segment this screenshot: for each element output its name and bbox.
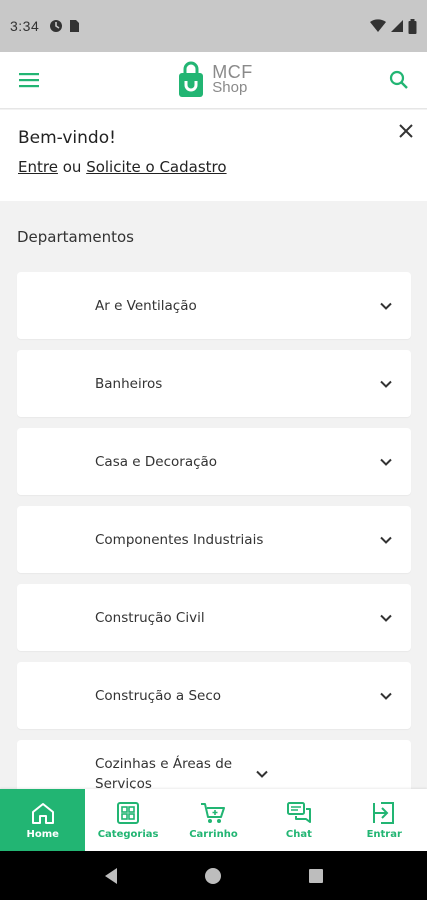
- grid-icon: [117, 801, 140, 824]
- department-label: Construção a Seco: [95, 687, 222, 704]
- nav-label: Entrar: [366, 828, 402, 840]
- department-item-banheiros[interactable]: Banheiros: [17, 350, 411, 417]
- logo-text-mcf: MCF: [212, 62, 253, 82]
- wifi-icon: [370, 19, 386, 32]
- login-icon: [373, 801, 395, 824]
- signal-icon: [391, 20, 403, 32]
- department-label: Cozinhas e Áreas de Serviços: [95, 755, 233, 792]
- login-link[interactable]: Entre: [18, 158, 58, 176]
- chevron-down-icon: [256, 770, 268, 778]
- nav-categorias[interactable]: Categorias: [85, 789, 170, 851]
- department-item-ar-ventilacao[interactable]: Ar e Ventilação: [17, 272, 411, 339]
- nav-label: Categorias: [97, 828, 159, 840]
- chevron-down-icon: [380, 380, 392, 388]
- department-label: Componentes Industriais: [95, 531, 264, 548]
- chevron-down-icon: [380, 614, 392, 622]
- status-time: 3:34: [10, 18, 40, 34]
- battery-icon: [408, 18, 417, 34]
- chevron-down-icon: [380, 692, 392, 700]
- welcome-title: Bem-vindo!: [18, 128, 116, 148]
- department-label: Banheiros: [95, 375, 163, 392]
- nav-entrar[interactable]: Entrar: [342, 789, 427, 851]
- bottom-navigation: Home Categorias Carrinho Chat Entrar: [0, 789, 427, 851]
- chevron-down-icon: [380, 458, 392, 466]
- chat-icon: [286, 801, 311, 823]
- cart-icon: [201, 802, 226, 823]
- department-item-componentes-industriais[interactable]: Componentes Industriais: [17, 506, 411, 573]
- sim-card-icon: [70, 20, 80, 32]
- department-label: Ar e Ventilação: [95, 297, 197, 314]
- chevron-down-icon: [380, 536, 392, 544]
- home-icon: [31, 802, 54, 824]
- nav-chat[interactable]: Chat: [256, 789, 341, 851]
- or-text: ou: [62, 158, 82, 176]
- chevron-down-icon: [380, 302, 392, 310]
- recents-icon[interactable]: [308, 868, 324, 884]
- home-circle-icon[interactable]: [204, 867, 222, 885]
- nav-label: Chat: [285, 828, 312, 840]
- back-icon[interactable]: [103, 867, 119, 885]
- status-right-icons: [370, 18, 417, 34]
- notification-icon: [50, 20, 63, 32]
- department-label: Construção Civil: [95, 609, 205, 626]
- logo-text-shop: Shop: [212, 79, 248, 96]
- departments-title: Departamentos: [17, 228, 134, 246]
- status-left-icons: [49, 19, 80, 33]
- department-item-casa-decoracao[interactable]: Casa e Decoração: [17, 428, 411, 495]
- system-navigation-bar: [0, 851, 427, 900]
- department-item-construcao-civil[interactable]: Construção Civil: [17, 584, 411, 651]
- nav-carrinho[interactable]: Carrinho: [171, 789, 256, 851]
- status-bar: 3:34: [0, 0, 427, 52]
- brand-logo[interactable]: MCF Shop: [176, 61, 253, 99]
- welcome-banner: Bem-vindo! Entre ou Solicite o Cadastro: [0, 110, 427, 201]
- close-icon[interactable]: [397, 122, 415, 140]
- nav-label: Carrinho: [189, 828, 238, 840]
- app-header: MCF Shop: [0, 52, 427, 109]
- department-label: Casa e Decoração: [95, 453, 218, 470]
- department-item-construcao-a-seco[interactable]: Construção a Seco: [17, 662, 411, 729]
- menu-icon[interactable]: [18, 71, 40, 89]
- register-link[interactable]: Solicite o Cadastro: [86, 158, 226, 176]
- shopping-bag-logo-icon: [179, 61, 204, 97]
- welcome-links: Entre ou Solicite o Cadastro: [18, 158, 409, 176]
- departments-list: Ar e Ventilação Banheiros Casa e Decoraç…: [17, 272, 411, 818]
- nav-label: Home: [26, 828, 59, 840]
- nav-home[interactable]: Home: [0, 789, 86, 851]
- search-icon[interactable]: [389, 70, 409, 90]
